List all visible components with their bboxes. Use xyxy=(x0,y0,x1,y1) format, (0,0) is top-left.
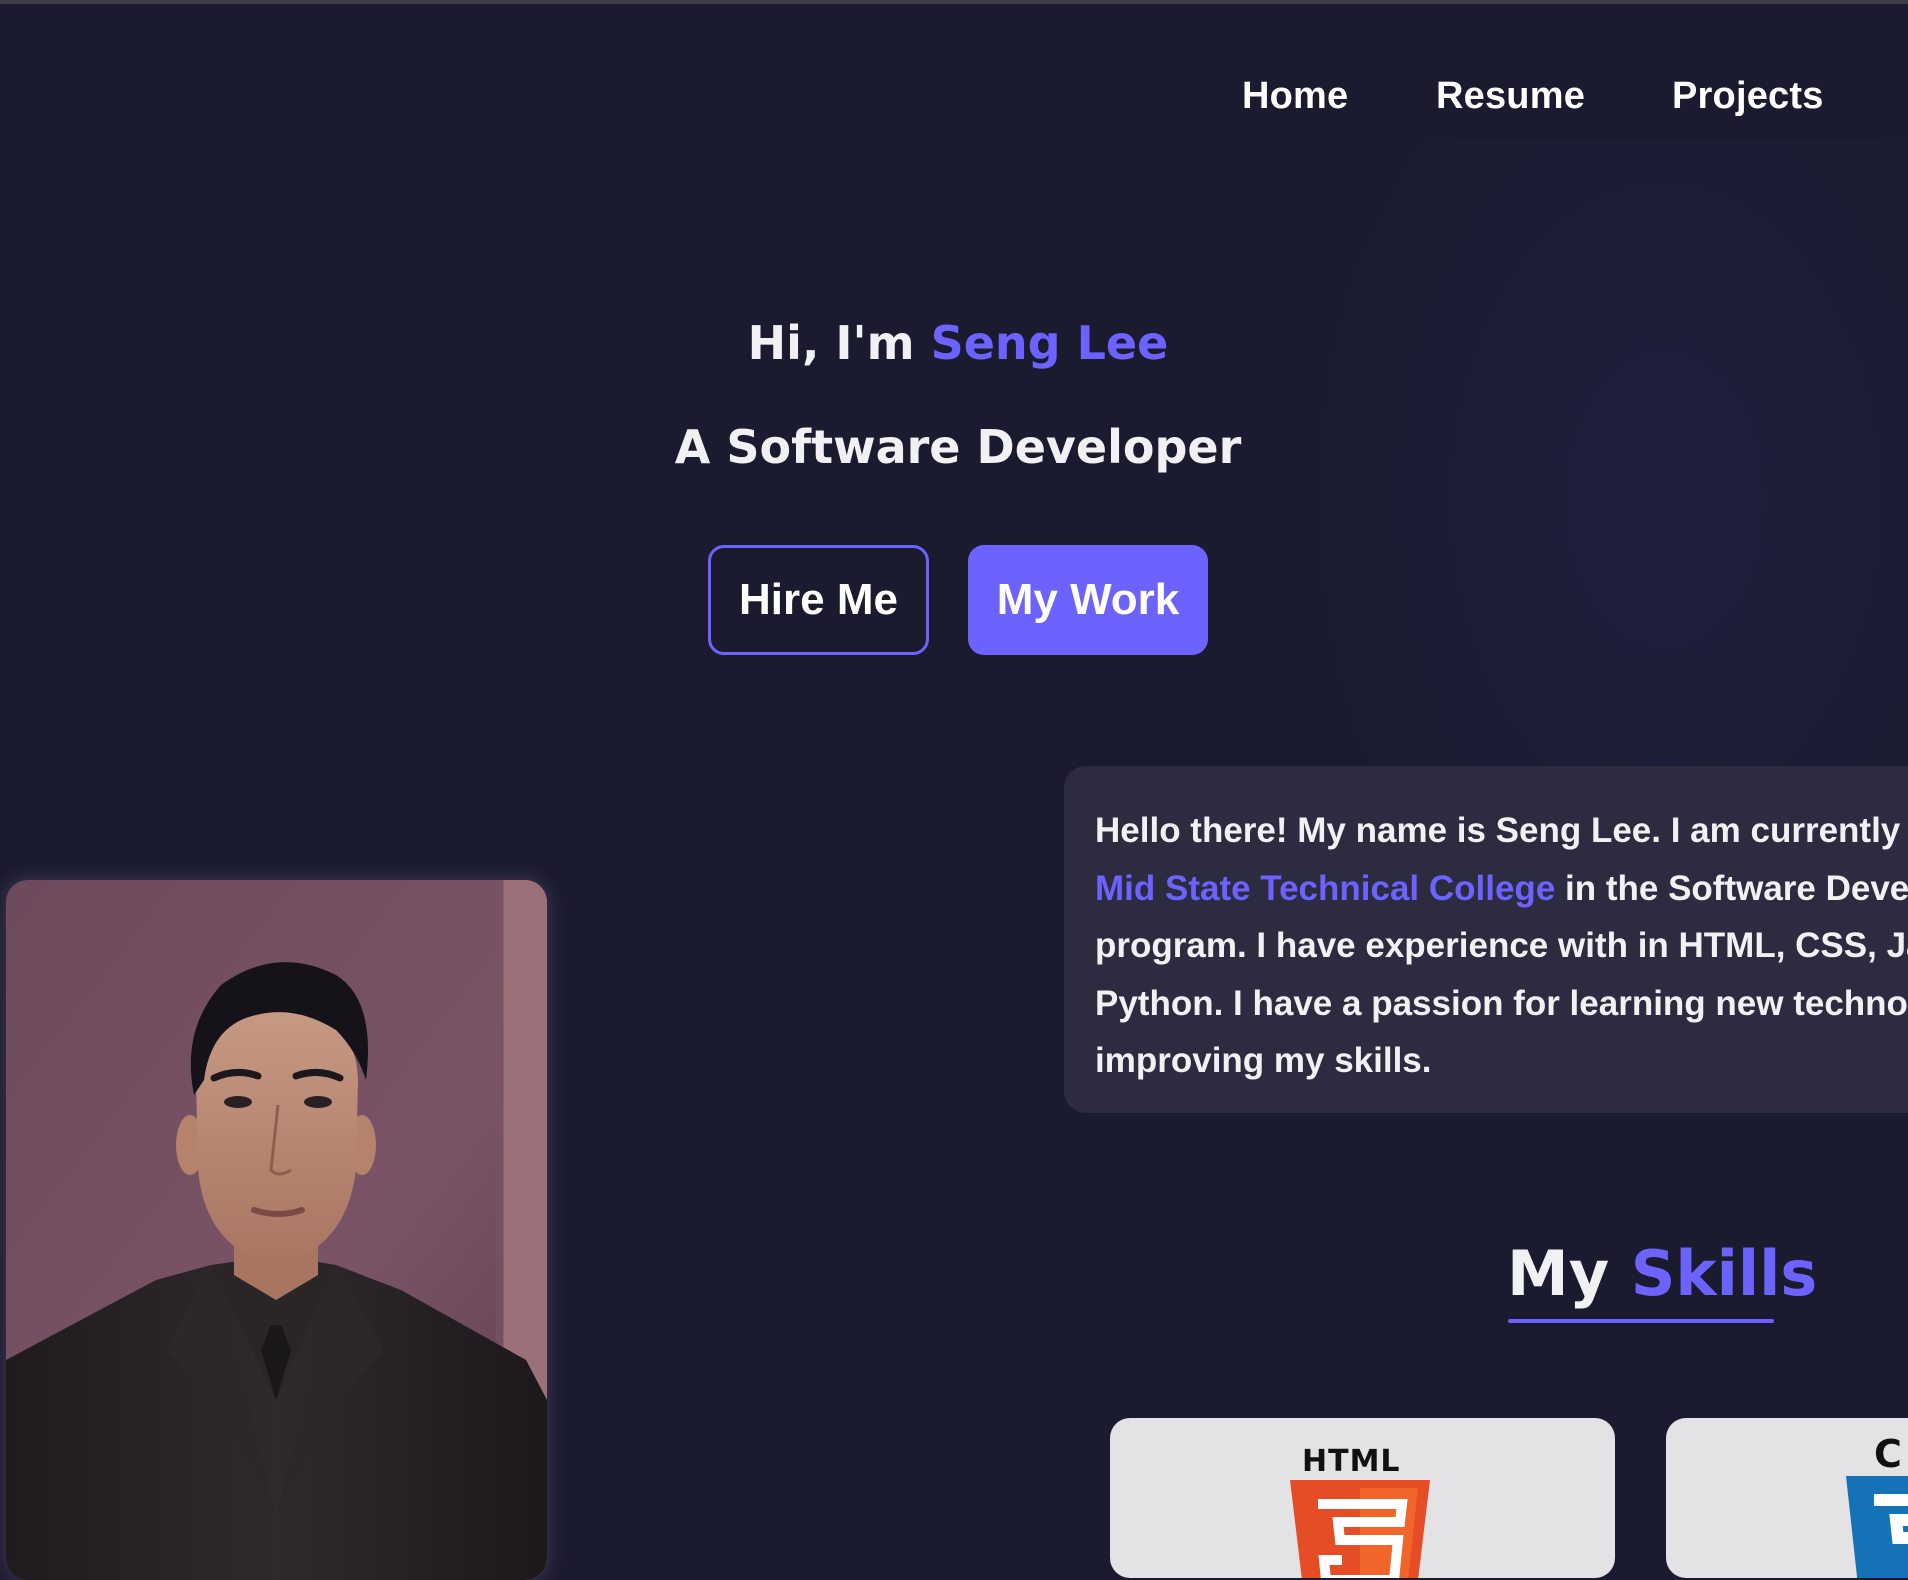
html5-icon xyxy=(1290,1480,1430,1578)
about-line: Python. I have a passion for learning ne… xyxy=(1095,983,1908,1023)
about-line: Mid State Technical College in the Softw… xyxy=(1095,860,1908,918)
skills-heading-prefix: My xyxy=(1507,1237,1610,1310)
skill-label-css: C xyxy=(1874,1432,1903,1476)
hero-role: A Software Developer xyxy=(674,420,1242,474)
skills-heading-accent: Skills xyxy=(1630,1237,1818,1310)
about-text: Hello there! My name is Seng Lee. I am c… xyxy=(1095,802,1908,1090)
about-line: Hello there! My name is Seng Lee. I am c… xyxy=(1095,811,1901,850)
college-link[interactable]: Mid State Technical College xyxy=(1095,869,1555,908)
about-card: Hello there! My name is Seng Lee. I am c… xyxy=(1064,766,1908,1113)
my-work-button[interactable]: My Work xyxy=(968,545,1208,655)
skill-label-html: HTML xyxy=(1302,1444,1401,1479)
nav-projects-link[interactable]: Projects xyxy=(1672,68,1824,124)
hero-greeting: Hi, I'm Seng Lee xyxy=(0,310,1908,376)
hero-name: Seng Lee xyxy=(930,316,1169,370)
about-line-rest: in the Software Deve xyxy=(1565,868,1908,908)
skills-heading: My Skills xyxy=(1507,1236,1817,1312)
window-top-border xyxy=(0,0,1908,4)
skills-heading-underline xyxy=(1508,1319,1774,1323)
hire-me-button[interactable]: Hire Me xyxy=(708,545,929,655)
skill-card-css[interactable]: C xyxy=(1666,1418,1908,1578)
profile-photo xyxy=(6,880,547,1580)
portrait-image xyxy=(6,880,547,1580)
skill-card-html[interactable]: HTML xyxy=(1110,1418,1615,1578)
nav-home-link[interactable]: Home xyxy=(1242,68,1348,124)
main-nav: Home Resume Projects xyxy=(0,68,1908,124)
css3-icon xyxy=(1846,1476,1908,1578)
greeting-prefix: Hi, I'm xyxy=(747,316,915,370)
nav-resume-link[interactable]: Resume xyxy=(1436,68,1585,124)
about-line: improving my skills. xyxy=(1095,1041,1432,1081)
about-line: program. I have experience with in HTML,… xyxy=(1095,926,1908,966)
